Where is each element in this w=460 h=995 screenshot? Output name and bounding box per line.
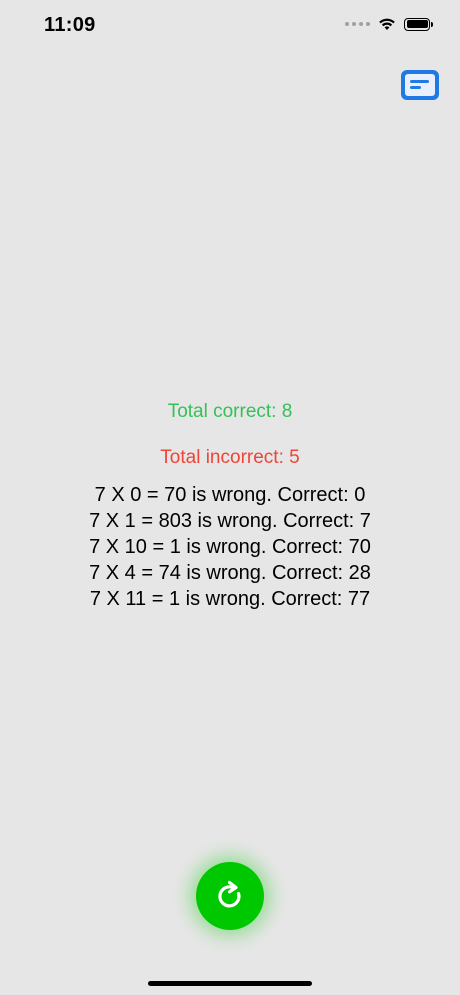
results-panel: Total correct: 8 Total incorrect: 5 7 X …	[0, 396, 460, 612]
total-correct-label: Total correct: 8	[167, 401, 293, 422]
restart-button[interactable]	[196, 862, 264, 930]
restart-icon	[218, 880, 241, 908]
mistake-item: 7 X 11 = 1 is wrong. Correct: 77	[89, 588, 371, 610]
status-time: 11:09	[44, 14, 96, 36]
mistake-item: 7 X 10 = 1 is wrong. Correct: 70	[89, 536, 371, 558]
total-incorrect-label: Total incorrect: 5	[160, 447, 300, 468]
mistakes-list: 7 X 0 = 70 is wrong. Correct: 0 7 X 1 = …	[0, 482, 460, 612]
status-icons	[345, 17, 433, 31]
battery-icon	[404, 17, 433, 31]
status-bar: 11:09	[0, 0, 460, 54]
report-icon	[405, 74, 435, 96]
home-indicator	[148, 981, 312, 986]
mistake-item: 7 X 0 = 70 is wrong. Correct: 0	[94, 484, 366, 506]
signal-icon	[345, 22, 370, 26]
wifi-icon	[379, 18, 395, 30]
mistake-item: 7 X 1 = 803 is wrong. Correct: 7	[89, 510, 371, 532]
mistake-item: 7 X 4 = 74 is wrong. Correct: 28	[89, 562, 371, 584]
report-button[interactable]	[401, 70, 439, 100]
